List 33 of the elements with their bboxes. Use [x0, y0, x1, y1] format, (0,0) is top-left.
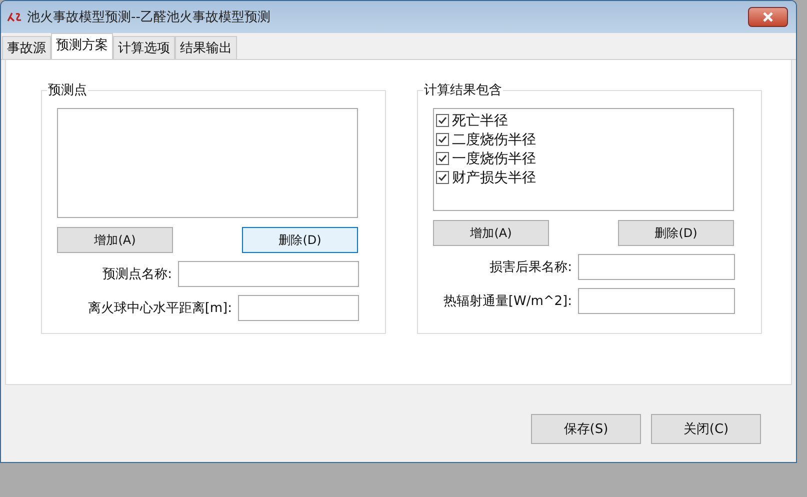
checkbox[interactable]	[436, 152, 449, 165]
logo-icon	[7, 12, 23, 22]
dialog-button[interactable]: 保存(S)	[531, 414, 641, 444]
close-icon	[762, 12, 774, 22]
input-field[interactable]	[578, 288, 735, 314]
tab[interactable]: 计算选项	[113, 36, 175, 59]
checkbox-label: 二度烧伤半径	[452, 130, 536, 148]
list-button[interactable]: 增加(A)	[57, 227, 173, 253]
checkbox[interactable]	[436, 114, 449, 127]
input-field[interactable]	[178, 261, 359, 287]
field-label: 预测点名称:	[102, 266, 172, 283]
checkbox-label: 财产损失半径	[452, 168, 536, 186]
list-button[interactable]: 增加(A)	[433, 220, 549, 246]
field-label: 离火球中心水平距离[m]:	[88, 300, 232, 317]
input-field[interactable]	[238, 295, 359, 321]
group-title: 计算结果包含	[423, 81, 503, 99]
field-label: 损害后果名称:	[490, 259, 572, 276]
close-button[interactable]	[748, 7, 788, 27]
field-label: 热辐射通量[W/m^2]:	[443, 293, 572, 310]
tab[interactable]: 预测方案	[51, 33, 113, 59]
tab[interactable]: 事故源	[2, 36, 51, 59]
list-box[interactable]: 死亡半径 二度烧伤半径 一度烧伤半径 财产损失半径	[433, 108, 734, 211]
window-title: 池火事故模型预测--乙醛池火事故模型预测	[27, 9, 272, 26]
input-field[interactable]	[578, 254, 735, 280]
tab[interactable]: 结果输出	[175, 36, 237, 59]
group-title: 预测点	[47, 81, 88, 99]
checkbox[interactable]	[436, 171, 449, 184]
list-button[interactable]: 删除(D)	[242, 227, 358, 253]
checkbox-label: 死亡半径	[452, 112, 508, 130]
dialog-button[interactable]: 关闭(C)	[651, 414, 761, 444]
checkbox-label: 一度烧伤半径	[452, 150, 536, 168]
checkbox[interactable]	[436, 133, 449, 146]
list-button[interactable]: 删除(D)	[618, 220, 734, 246]
